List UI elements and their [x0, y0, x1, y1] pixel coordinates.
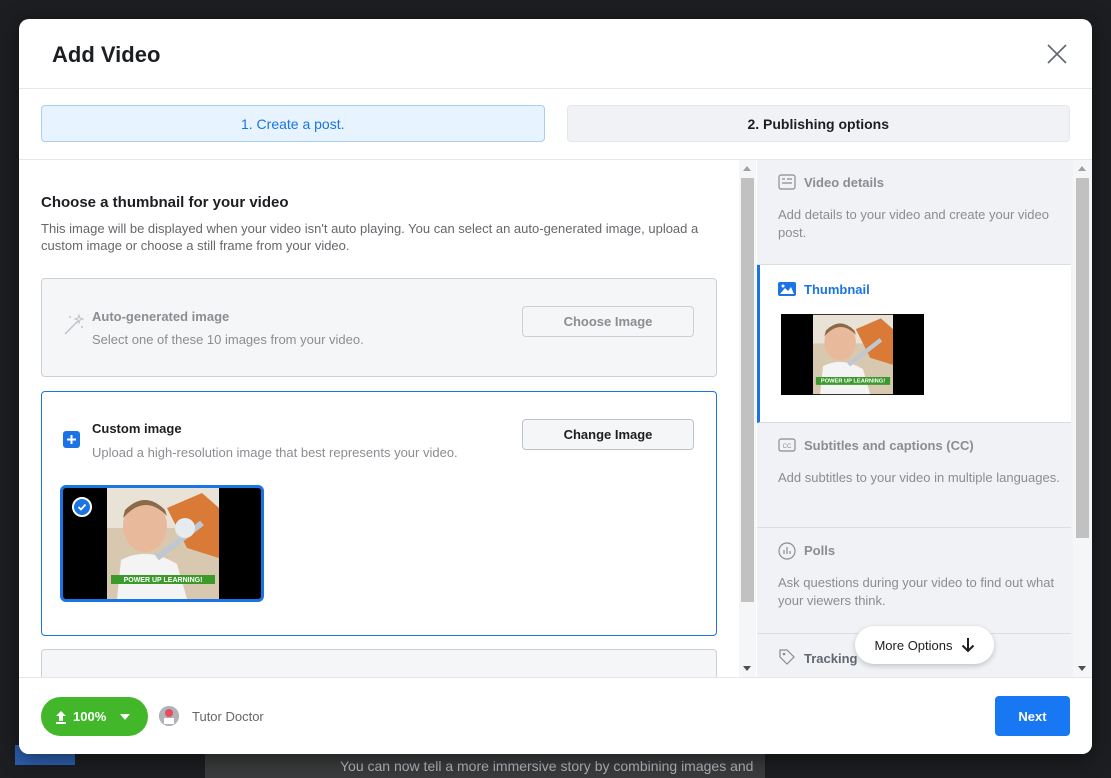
sidebar-item-description: Add subtitles to your video in multiple … [778, 470, 1060, 485]
scroll-thumb[interactable] [741, 178, 754, 602]
sidebar-item-label: Polls [804, 543, 836, 558]
checkmark-icon [72, 497, 92, 517]
arrow-down-icon [961, 638, 974, 653]
cc-icon: CC [778, 437, 796, 453]
caret-down-icon [120, 713, 131, 720]
sidebar-item-thumbnail[interactable]: Thumbnail POWER UP LEARNING! [757, 265, 1071, 423]
section-title: Choose a thumbnail for your video [41, 194, 289, 211]
sidebar-item-label: Tracking [804, 651, 858, 666]
section-description: This image will be displayed when your v… [41, 221, 699, 253]
scroll-thumb[interactable] [1076, 178, 1089, 538]
thumbnail-image: POWER UP LEARNING! [107, 488, 219, 599]
sidebar-item-label: Video details [804, 175, 884, 190]
dialog-footer: 100% Tutor Doctor Next [19, 677, 1092, 754]
scroll-up-icon [1078, 166, 1086, 171]
add-image-icon [62, 428, 84, 450]
tab-create-post[interactable]: 1. Create a post. [41, 105, 545, 142]
tab-publishing-options[interactable]: 2. Publishing options [566, 105, 1070, 142]
sidebar-item-description: Add details to your video and create you… [778, 207, 1050, 240]
close-icon[interactable] [1044, 41, 1070, 67]
details-icon [778, 174, 796, 190]
sidebar-thumbnail-preview: POWER UP LEARNING! [781, 314, 924, 395]
poll-icon [778, 542, 796, 560]
left-scrollbar[interactable] [739, 160, 756, 677]
option-title: Custom image [92, 421, 182, 436]
sidebar-item-video-details[interactable]: Video details Add details to your video … [757, 160, 1071, 265]
right-scrollbar[interactable] [1073, 160, 1092, 677]
dialog-header: Add Video [19, 19, 1092, 89]
upload-percent: 100% [73, 709, 107, 724]
option-subtitle: Upload a high-resolution image that best… [92, 445, 458, 460]
option-subtitle: Select one of these 10 images from your … [92, 332, 364, 347]
auto-generated-option[interactable]: Auto-generated image Select one of these… [41, 278, 717, 377]
magic-wand-icon [62, 313, 85, 335]
upload-icon [56, 710, 66, 724]
option-title: Auto-generated image [92, 309, 230, 324]
change-image-button[interactable]: Change Image [522, 419, 694, 450]
upload-progress-button[interactable]: 100% [41, 697, 148, 736]
more-options-button[interactable]: More Options [855, 626, 994, 664]
sidebar-item-description: Ask questions during your video to find … [778, 575, 1055, 608]
sidebar-item-label: Thumbnail [804, 282, 870, 297]
selected-thumbnail[interactable]: POWER UP LEARNING! [60, 485, 264, 602]
thumbnail-caption: POWER UP LEARNING! [821, 379, 885, 385]
tag-icon [778, 648, 796, 665]
scroll-up-icon [743, 166, 751, 171]
custom-image-option[interactable]: Custom image Upload a high-resolution im… [41, 391, 717, 636]
page-name: Tutor Doctor [192, 709, 264, 724]
more-options-label: More Options [874, 637, 953, 653]
thumbnail-image: POWER UP LEARNING! [813, 314, 893, 395]
step-tabs: 1. Create a post. 2. Publishing options [41, 105, 1070, 142]
sidebar-item-subtitles[interactable]: CC Subtitles and captions (CC) Add subti… [757, 423, 1071, 528]
svg-text:CC: CC [783, 444, 792, 450]
video-frame-option[interactable] [41, 649, 717, 677]
add-video-dialog: Add Video 1. Create a post. 2. Publishin… [19, 19, 1092, 754]
sidebar-item-polls[interactable]: Polls Ask questions during your video to… [757, 528, 1071, 634]
avatar [159, 706, 179, 726]
scroll-down-icon [743, 666, 751, 671]
steps-sidebar: Video details Add details to your video … [757, 160, 1073, 677]
dialog-title: Add Video [52, 42, 161, 67]
choose-image-button[interactable]: Choose Image [522, 306, 694, 337]
thumbnail-panel: Choose a thumbnail for your video This i… [19, 160, 739, 677]
next-button[interactable]: Next [995, 696, 1070, 736]
scroll-down-icon [1078, 666, 1086, 671]
sidebar-item-label: Subtitles and captions (CC) [804, 438, 974, 453]
thumbnail-caption: POWER UP LEARNING! [124, 577, 203, 584]
image-icon [778, 282, 796, 298]
